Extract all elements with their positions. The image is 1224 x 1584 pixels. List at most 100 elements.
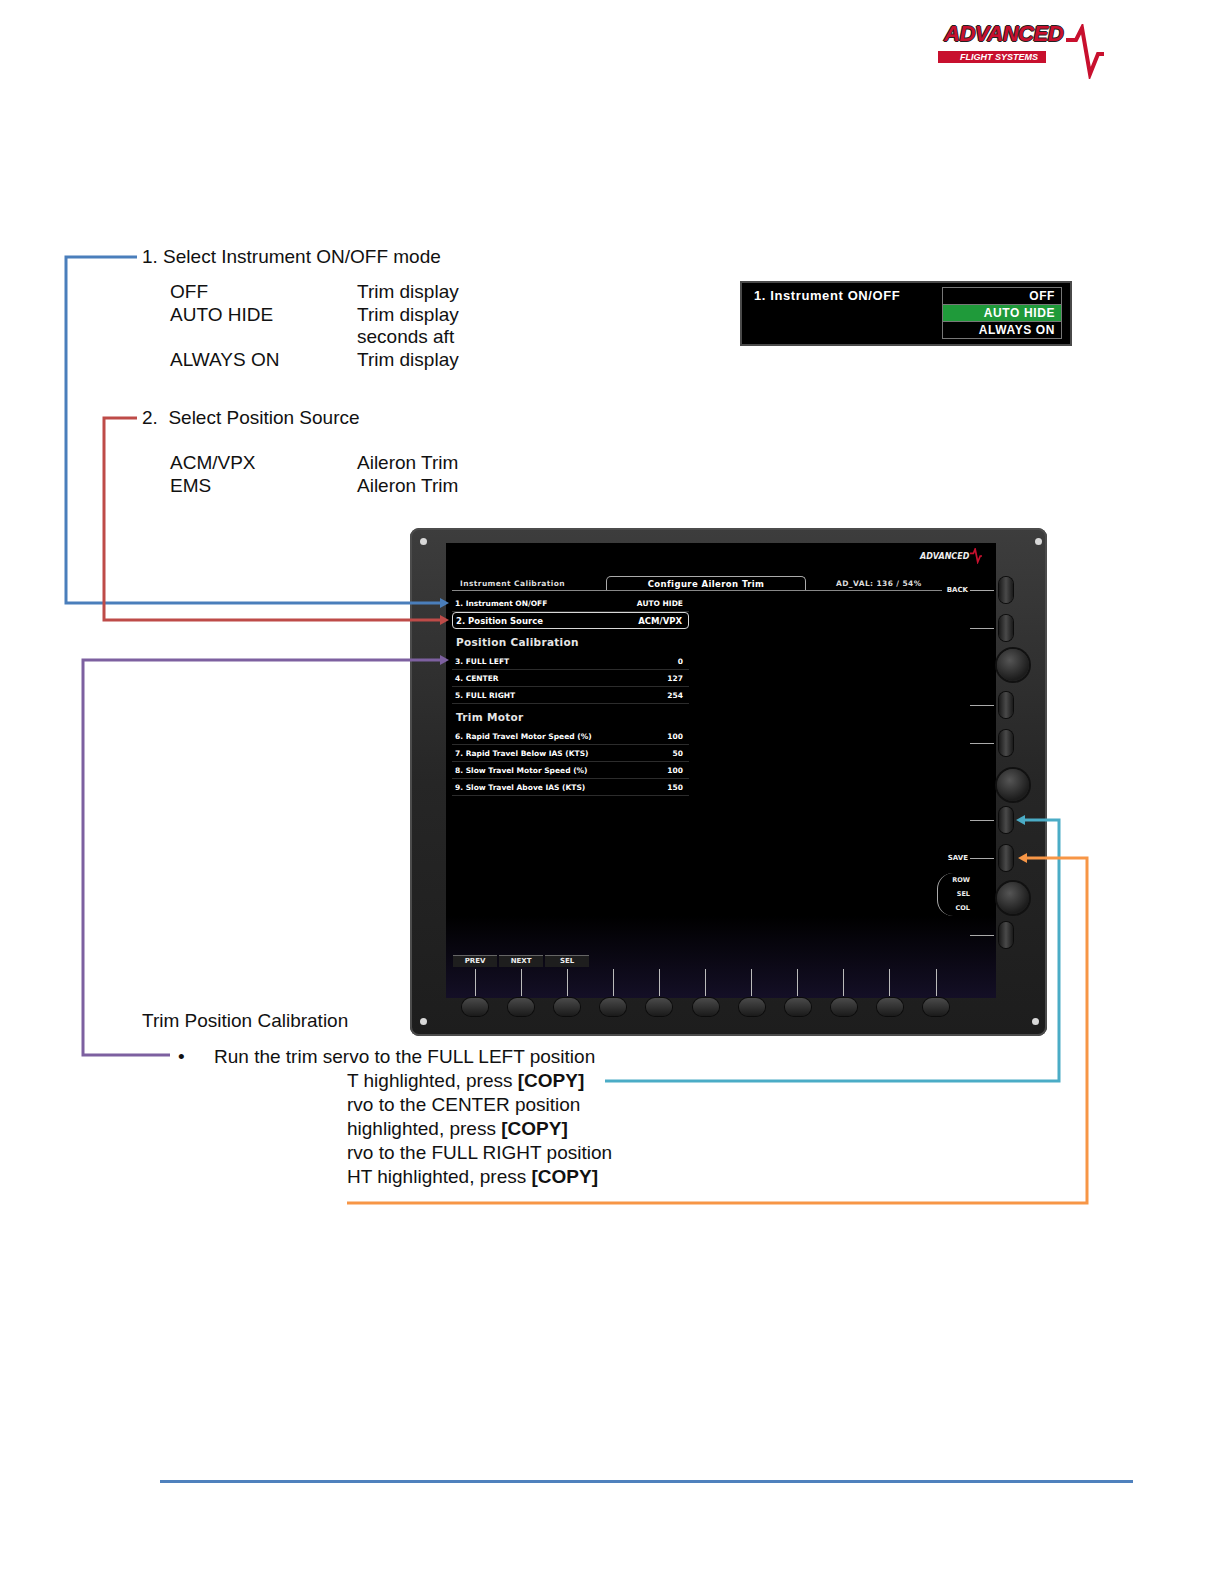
section-heading: Position Calibration <box>452 629 689 653</box>
setting-row[interactable]: 9. Slow Travel Above IAS (KTS)150 <box>452 779 689 796</box>
option-description: Aileron Trim <box>357 475 458 498</box>
setting-row[interactable]: 4. CENTER 127 <box>452 670 689 687</box>
softkey-label: SEL <box>544 955 590 996</box>
lightning-icon <box>1066 24 1106 79</box>
instruction-lines: T highlighted, press [COPY]rvo to the CE… <box>142 1069 612 1189</box>
setting-row[interactable]: 1. Instrument ON/OFF AUTO HIDE <box>452 595 689 612</box>
tick-mark <box>797 969 798 996</box>
save-button-callout <box>347 853 1087 1203</box>
bottom-button[interactable] <box>693 998 719 1016</box>
tick-mark <box>970 705 994 706</box>
display-unit: ADVANCED Instrument CalibrationConfigure … <box>410 528 1047 1036</box>
side-button[interactable] <box>999 807 1013 833</box>
setting-value: 127 <box>667 674 683 683</box>
softkey-label: NEXT <box>498 955 544 996</box>
side-button[interactable] <box>999 692 1013 718</box>
side-button[interactable] <box>999 577 1013 603</box>
tick-mark <box>659 969 660 996</box>
copy-button-callout <box>605 815 1059 1081</box>
setting-row[interactable]: 3. FULL LEFT 0 <box>452 653 689 670</box>
side-button[interactable] <box>999 922 1013 948</box>
side-button[interactable] <box>999 615 1013 641</box>
side-knob[interactable] <box>997 649 1029 681</box>
setting-row[interactable]: 2. Position Source ACM/VPX <box>452 612 689 629</box>
option-mode: OFF <box>170 281 357 304</box>
setting-label: 2. Position Source <box>456 616 543 626</box>
position-calibration-callout <box>83 655 449 1055</box>
dropdown-options: OFFAUTO HIDEALWAYS ON <box>942 287 1062 339</box>
footer-rule <box>160 1480 1133 1483</box>
on-off-dropdown: 1. Instrument ON/OFFOFFAUTO HIDEALWAYS O… <box>740 281 1072 346</box>
side-button[interactable] <box>999 845 1013 871</box>
setting-row[interactable]: 5. FULL RIGHT254 <box>452 687 689 704</box>
setting-row[interactable]: 7. Rapid Travel Below IAS (KTS) 50 <box>452 745 689 762</box>
option-list: OFFTrim displayAUTO HIDETrim displayseco… <box>142 281 459 371</box>
screw-icon <box>1035 538 1042 545</box>
dropdown-option[interactable]: ALWAYS ON <box>942 321 1062 339</box>
bullet-item: •Run the trim servo to the FULL LEFT pos… <box>142 1045 612 1069</box>
option-list: ACM/VPXAileron TrimEMSAileron Trim <box>142 452 458 497</box>
tick-mark <box>970 858 994 859</box>
softkey-label <box>913 955 959 996</box>
step-title: 2. Select Position Source <box>142 407 458 429</box>
screen-tab[interactable]: Configure Aileron Trim <box>606 576 806 590</box>
bottom-button[interactable] <box>739 998 765 1016</box>
option-mode: AUTO HIDE <box>170 304 357 349</box>
setting-label: 3. FULL LEFT <box>455 657 509 666</box>
display-screen: ADVANCED Instrument CalibrationConfigure … <box>446 543 996 998</box>
bottom-button[interactable] <box>877 998 903 1016</box>
setting-label: 4. CENTER <box>455 674 499 683</box>
bottom-button[interactable] <box>923 998 949 1016</box>
bottom-button[interactable] <box>554 998 580 1016</box>
bottom-button[interactable] <box>646 998 672 1016</box>
side-knob[interactable] <box>997 769 1029 801</box>
setting-value: ACM/VPX <box>638 616 682 626</box>
step-one: 1. Select Instrument ON/OFF mode OFFTrim … <box>142 246 459 371</box>
tick-mark <box>936 969 937 996</box>
bottom-button[interactable] <box>462 998 488 1016</box>
setting-label: 8. Slow Travel Motor Speed (%) <box>455 766 588 775</box>
setting-value: 0 <box>678 657 683 666</box>
bullet-icon: • <box>142 1045 214 1069</box>
option-description: Trim displayseconds aft <box>357 304 459 349</box>
screw-icon <box>420 538 427 545</box>
tick-mark <box>970 820 994 821</box>
softkey-label <box>775 955 821 996</box>
company-logo: ADVANCEDFLIGHT SYSTEMS <box>938 22 1113 80</box>
dropdown-option[interactable]: OFF <box>942 287 1062 304</box>
screen-tab[interactable]: Instrument Calibration <box>452 579 606 590</box>
position-source-callout <box>104 418 449 625</box>
bottom-button[interactable] <box>600 998 626 1016</box>
tick-mark <box>970 628 994 629</box>
step-title: 1. Select Instrument ON/OFF mode <box>142 246 459 268</box>
setting-label: 1. Instrument ON/OFF <box>455 599 547 608</box>
setting-value: 100 <box>667 732 683 741</box>
setting-label: 7. Rapid Travel Below IAS (KTS) <box>455 749 589 758</box>
screen-header: Instrument CalibrationConfigure Aileron … <box>452 575 942 591</box>
side-button[interactable] <box>999 730 1013 756</box>
screen-logo: ADVANCED <box>920 548 982 564</box>
instrument-on-off-callout <box>66 257 449 608</box>
lightning-icon <box>970 548 982 564</box>
tick-mark <box>970 935 994 936</box>
bottom-button[interactable] <box>508 998 534 1016</box>
section-heading: Trim Motor <box>452 704 689 728</box>
bottom-button[interactable] <box>785 998 811 1016</box>
setting-label: 6. Rapid Travel Motor Speed (%) <box>455 732 592 741</box>
setting-row[interactable]: 8. Slow Travel Motor Speed (%)100 <box>452 762 689 779</box>
option-description: Aileron Trim <box>357 452 458 475</box>
setting-value: AUTO HIDE <box>637 599 683 608</box>
setting-row[interactable]: 6. Rapid Travel Motor Speed (%) 100 <box>452 728 689 745</box>
tick-mark <box>567 969 568 996</box>
bottom-button[interactable] <box>831 998 857 1016</box>
option-mode: ALWAYS ON <box>170 349 357 372</box>
setting-value: 50 <box>673 749 683 758</box>
instruction-line: highlighted, press [COPY] <box>347 1117 612 1141</box>
option-description: Trim display <box>357 281 459 304</box>
softkey-label <box>821 955 867 996</box>
dropdown-option[interactable]: AUTO HIDE <box>942 304 1062 321</box>
tick-mark <box>970 743 994 744</box>
side-knob[interactable] <box>997 882 1029 914</box>
tick-mark <box>705 969 706 996</box>
instruction-line: HT highlighted, press [COPY] <box>347 1165 612 1189</box>
